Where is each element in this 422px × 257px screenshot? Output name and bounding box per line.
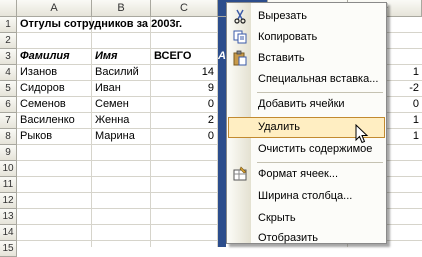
cell-name[interactable]: Женна [92, 113, 151, 129]
row-header[interactable]: 2 [0, 33, 17, 49]
row-header[interactable]: 15 [0, 241, 17, 257]
row-header[interactable]: 7 [0, 113, 17, 129]
cell-total[interactable]: 0 [151, 129, 218, 145]
menu-item-copy[interactable]: Копировать [228, 27, 385, 48]
cell-name[interactable]: Василий [92, 65, 151, 81]
menu-separator [257, 92, 383, 93]
header-name[interactable]: Имя [92, 49, 151, 65]
row-header[interactable]: 12 [0, 193, 17, 209]
menu-item-label: Вырезать [258, 10, 307, 22]
row-header[interactable]: 3 [0, 49, 17, 65]
format-cells-icon [233, 166, 247, 181]
menu-item-unhide[interactable]: Отобразить [228, 228, 385, 249]
row-header[interactable]: 1 [0, 17, 17, 33]
cell-surname[interactable]: Семенов [17, 97, 92, 113]
scissors-icon [234, 9, 246, 24]
row-header[interactable]: 10 [0, 161, 17, 177]
sheet-title[interactable]: Отгулы сотрудников за 2003г. [17, 17, 218, 33]
menu-item-label: Скрыть [258, 212, 296, 224]
paste-icon [233, 50, 247, 66]
menu-item-paste-special[interactable]: Специальная вставка... [228, 69, 385, 90]
menu-item-paste[interactable]: Вставить [228, 48, 385, 69]
menu-item-label: Добавить ячейки [258, 98, 345, 110]
menu-item-hide[interactable]: Скрыть [228, 208, 385, 229]
cell-total[interactable]: 0 [151, 97, 218, 113]
cell-total[interactable]: 2 [151, 113, 218, 129]
row-header[interactable]: 11 [0, 177, 17, 193]
cell-surname[interactable]: Василенко [17, 113, 92, 129]
header-surname[interactable]: Фамилия [17, 49, 92, 65]
column-header-c[interactable]: C [151, 0, 218, 17]
header-total[interactable]: ВСЕГО [151, 49, 218, 65]
menu-separator [257, 162, 383, 163]
menu-item-format-cells[interactable]: Формат ячеек... [228, 164, 385, 185]
row-header[interactable]: 4 [0, 65, 17, 81]
mouse-pointer-icon [355, 124, 369, 144]
menu-item-label: Ширина столбца... [258, 190, 353, 202]
select-all-corner[interactable] [0, 0, 17, 17]
row-header[interactable]: 5 [0, 81, 17, 97]
cell-total[interactable]: 14 [151, 65, 218, 81]
cell-surname[interactable]: Рыков [17, 129, 92, 145]
menu-item-label: Формат ячеек... [258, 168, 339, 180]
cell-name[interactable]: Семен [92, 97, 151, 113]
menu-item-label: Специальная вставка... [258, 73, 379, 85]
cell-name[interactable]: Марина [92, 129, 151, 145]
menu-item-insert-cells[interactable]: Добавить ячейки [228, 94, 385, 115]
column-header-b[interactable]: B [92, 0, 151, 17]
row-header[interactable]: 13 [0, 209, 17, 225]
context-menu[interactable]: Вырезать Копировать Вставить Специальная… [226, 2, 387, 244]
cell-name[interactable]: Иван [92, 81, 151, 97]
row-header[interactable]: 6 [0, 97, 17, 113]
cell-surname[interactable]: Сидоров [17, 81, 92, 97]
menu-item-label: Удалить [258, 121, 300, 133]
cell-total[interactable]: 9 [151, 81, 218, 97]
menu-item-label: Отобразить [258, 232, 318, 244]
menu-item-cut[interactable]: Вырезать [228, 6, 385, 27]
row-header[interactable]: 14 [0, 225, 17, 241]
column-header-a[interactable]: A [17, 0, 92, 17]
menu-item-label: Копировать [258, 31, 318, 43]
copy-icon [233, 30, 247, 44]
row-header[interactable]: 9 [0, 145, 17, 161]
row-header[interactable]: 8 [0, 129, 17, 145]
menu-item-label: Вставить [258, 52, 305, 64]
menu-item-column-width[interactable]: Ширина столбца... [228, 186, 385, 207]
cell-surname[interactable]: Изанов [17, 65, 92, 81]
